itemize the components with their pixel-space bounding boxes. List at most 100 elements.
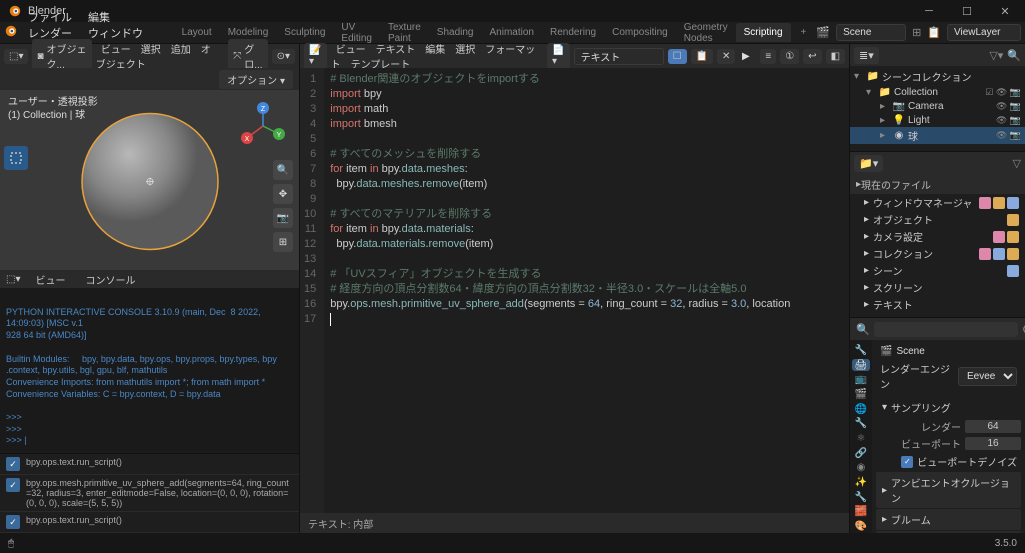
text-syntax-icon[interactable]: ≡ [760, 49, 776, 64]
text-highlight-icon[interactable]: ◧ [826, 49, 845, 64]
viewport-denoise-label: ビューポートデノイズ [917, 454, 1017, 469]
editor-type-icon[interactable]: ⬚▾ [4, 49, 28, 64]
viewport-menu-選択[interactable]: 選択 [136, 43, 166, 58]
props-panel-アンビエントオクルージョン[interactable]: ▸アンビエントオクルージョン [876, 472, 1021, 508]
props-tab-12[interactable]: 🎨 [852, 520, 870, 533]
props-tab-2[interactable]: 📺 [852, 373, 870, 386]
props-tab-4[interactable]: 🌐 [852, 403, 870, 416]
file-browser-title[interactable]: 現在のファイル [861, 177, 931, 192]
blender-menu-icon[interactable] [4, 24, 18, 41]
filter-icon[interactable]: ▽▾ [989, 49, 1003, 62]
props-tab-11[interactable]: 🧱 [852, 506, 870, 519]
console-view-menu[interactable]: ビュー [30, 270, 70, 289]
menu-編集[interactable]: 編集 [80, 9, 118, 27]
maximize-button[interactable]: ☐ [949, 1, 985, 21]
scene-icon-small: 🎬 [880, 346, 892, 357]
zoom-icon[interactable]: 🔍 [273, 160, 293, 180]
workspace-tab-sculpting[interactable]: Sculpting [276, 23, 333, 42]
close-button[interactable]: ✕ [987, 1, 1023, 21]
filebrowser-row[interactable]: ▸コレクション [850, 245, 1025, 262]
fb-filter-icon[interactable]: ▽ [1013, 157, 1021, 170]
filebrowser-row[interactable]: ▸テキスト [850, 296, 1025, 313]
filebrowser-type-icon[interactable]: 📁▾ [854, 155, 883, 172]
text-editor[interactable]: 1234567891011121314151617 # Blender関連のオブ… [300, 68, 849, 513]
render-engine-select[interactable]: Eevee [958, 367, 1017, 386]
scene-collection-row[interactable]: ▾📁 シーンコレクション [850, 68, 1025, 85]
props-tab-7[interactable]: 🔗 [852, 447, 870, 460]
workspace-tab-scripting[interactable]: Scripting [736, 23, 791, 42]
minimize-button[interactable]: ─ [911, 1, 947, 21]
text-register-toggle[interactable]: ☐ [668, 49, 687, 64]
menu-ファイル[interactable]: ファイル [20, 9, 80, 27]
props-panel-ブルーム[interactable]: ▸ブルーム [876, 509, 1021, 530]
info-log-item[interactable]: ✓bpy.ops.text.run_script() [0, 512, 299, 533]
props-tab-8[interactable]: ◉ [852, 462, 870, 475]
filebrowser-row[interactable]: ▸ウィンドウマネージャ [850, 194, 1025, 211]
python-console[interactable]: PYTHON INTERACTIVE CONSOLE 3.10.9 (main,… [0, 288, 299, 453]
filebrowser-row[interactable]: ▸カメラ設定 [850, 228, 1025, 245]
text-menu-テキスト[interactable]: テキスト [371, 43, 421, 58]
camera-view-icon[interactable]: 📷 [273, 208, 293, 228]
outliner-item-Camera[interactable]: ▸📷Camera👁 📷 [850, 99, 1025, 113]
workspace-tab-animation[interactable]: Animation [482, 23, 542, 42]
text-wrap-icon[interactable]: ↩ [803, 49, 821, 64]
viewport-menu-ビュー[interactable]: ビュー [96, 43, 136, 58]
props-tab-10[interactable]: 🔧 [852, 491, 870, 504]
info-log-item[interactable]: ✓bpy.ops.mesh.primitive_uv_sphere_add(se… [0, 475, 299, 512]
filebrowser-row[interactable]: ▸スクリーン [850, 279, 1025, 296]
pan-icon[interactable]: ✥ [273, 184, 293, 204]
props-tab-0[interactable]: 🔧 [852, 344, 870, 357]
select-tool-icon[interactable] [4, 146, 28, 170]
outliner-item-球[interactable]: ▸◉球👁 📷 [850, 127, 1025, 144]
props-search-input[interactable] [874, 322, 1018, 337]
filebrowser-row[interactable]: ▸シーン [850, 262, 1025, 279]
axis-gizmo[interactable]: X Y Z [239, 102, 287, 150]
text-unlink-icon[interactable]: ✕ [717, 49, 735, 64]
text-editor-type-icon[interactable]: 📝▾ [304, 43, 327, 69]
run-script-button[interactable]: ▶ [739, 47, 752, 65]
sampling-header[interactable]: ▾ サンプリング [876, 397, 1021, 418]
viewport-denoise-checkbox[interactable]: ✓ [901, 456, 913, 468]
info-check-icon: ✓ [6, 478, 20, 492]
props-tab-9[interactable]: ✨ [852, 476, 870, 489]
scene-browse-icon[interactable]: ⊞ [912, 26, 921, 39]
editor-type-console-icon[interactable]: ⬚▾ [6, 274, 20, 285]
text-line-numbers-icon[interactable]: ① [780, 49, 799, 64]
info-log-item[interactable]: ✓bpy.ops.text.run_script() [0, 454, 299, 475]
3d-viewport[interactable]: ユーザー・透視投影 (1) Collection | 球 [0, 90, 299, 270]
viewport-menu-追加[interactable]: 追加 [166, 43, 196, 58]
workspace-tab-compositing[interactable]: Compositing [604, 23, 676, 42]
filebrowser-row[interactable]: ▸オブジェクト [850, 211, 1025, 228]
render-samples-input[interactable]: 64 [965, 420, 1021, 433]
outliner-type-icon[interactable]: ≣▾ [854, 47, 879, 64]
outliner-item-Light[interactable]: ▸💡Light👁 📷 [850, 113, 1025, 127]
workspace-tab-geometry-nodes[interactable]: Geometry Nodes [676, 18, 736, 48]
text-datablock-icon[interactable]: 📄▾ [547, 43, 570, 69]
perspective-icon[interactable]: ⊞ [273, 232, 293, 252]
code-area[interactable]: # Blender関連のオブジェクトをimportするimport bpyimp… [324, 68, 849, 513]
console-console-menu[interactable]: コンソール [80, 270, 140, 289]
props-tab-6[interactable]: ⚛ [852, 432, 870, 445]
viewlayer-input[interactable] [947, 24, 1021, 41]
text-menu-ビュー[interactable]: ビュー [331, 43, 371, 58]
workspace-tab-rendering[interactable]: Rendering [542, 23, 604, 42]
text-new-icon[interactable]: 📋 [691, 49, 713, 64]
viewport-header: ⬚▾ ◙ オブジェク... ビュー選択追加オブジェクト ⤧ グロ... ⊙▾ [0, 44, 299, 68]
text-menu-選択[interactable]: 選択 [450, 43, 480, 58]
workspace-tab-shading[interactable]: Shading [429, 23, 482, 42]
viewport-samples-input[interactable]: 16 [965, 437, 1021, 450]
options-dropdown[interactable]: オプション ▾ [219, 70, 293, 89]
text-name-input[interactable] [574, 48, 664, 65]
scene-name-input[interactable] [836, 24, 906, 41]
props-tab-3[interactable]: 🎬 [852, 388, 870, 401]
add-workspace-button[interactable]: + [793, 23, 815, 42]
text-menu-編集[interactable]: 編集 [420, 43, 450, 58]
props-tab-1[interactable]: 🖨 [852, 359, 870, 372]
props-tab-5[interactable]: 🔧 [852, 417, 870, 430]
pivot-icon[interactable]: ⊙▾ [272, 49, 295, 64]
search-icon[interactable]: 🔍 [1007, 49, 1021, 62]
workspace-tab-layout[interactable]: Layout [174, 23, 220, 42]
scene-breadcrumb: Scene [896, 346, 924, 357]
uv-sphere-object[interactable] [76, 108, 224, 259]
collection-row[interactable]: ▾📁 Collection ☑ 👁 📷 [850, 85, 1025, 99]
